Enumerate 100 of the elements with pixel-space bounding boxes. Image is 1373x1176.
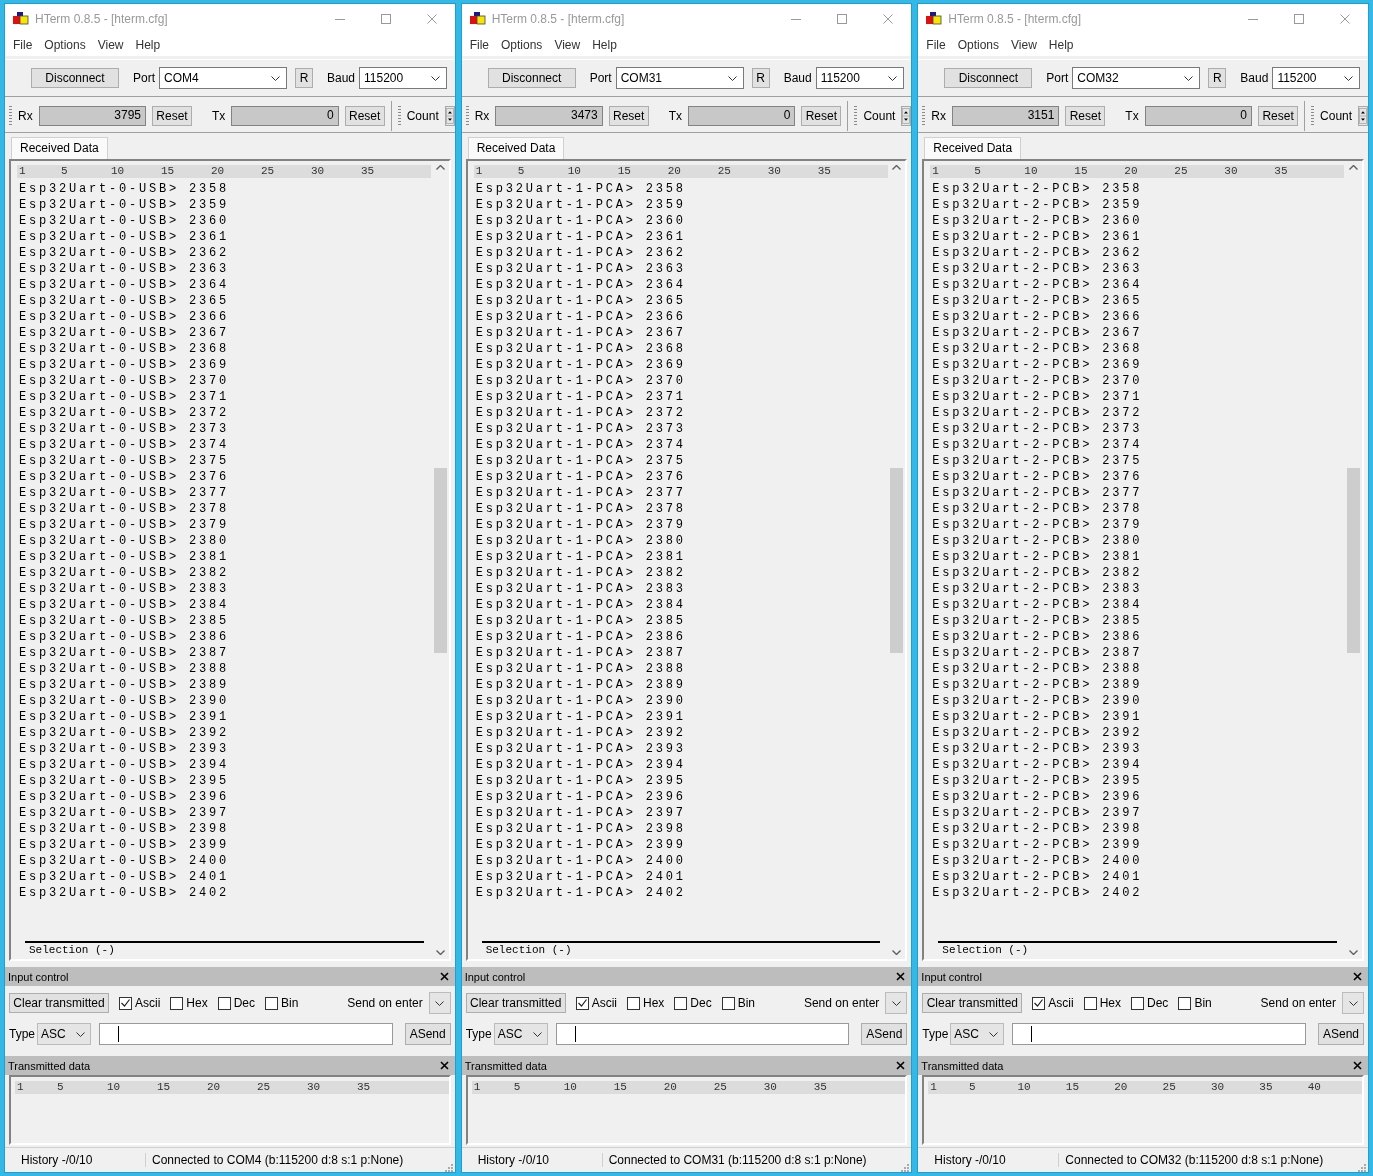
scroll-up-icon[interactable] bbox=[435, 165, 445, 170]
scrollbar-thumb[interactable] bbox=[890, 467, 904, 653]
checkbox[interactable] bbox=[575, 996, 589, 1010]
maximize-icon[interactable] bbox=[837, 14, 848, 24]
port-dropdown[interactable]: COM32 bbox=[1072, 67, 1201, 89]
spinner-icon[interactable] bbox=[1358, 106, 1369, 126]
menu-item[interactable]: Options bbox=[495, 38, 549, 52]
close-icon[interactable] bbox=[1353, 1061, 1362, 1070]
toolbar-grip[interactable] bbox=[9, 106, 12, 126]
clear-transmitted-button[interactable]: Clear transmitted bbox=[465, 993, 566, 1013]
reset-button[interactable]: Reset bbox=[608, 106, 649, 126]
resize-grip-icon[interactable] bbox=[901, 1164, 910, 1172]
received-line: Esp32Uart-0-USB> 2382 bbox=[19, 565, 231, 581]
checkbox[interactable] bbox=[674, 996, 688, 1010]
port-dropdown[interactable]: COM31 bbox=[615, 67, 744, 89]
tab[interactable]: Received Data bbox=[467, 137, 565, 159]
checkbox[interactable] bbox=[265, 996, 279, 1010]
toolbar-grip[interactable] bbox=[922, 106, 926, 126]
menu-item[interactable]: View bbox=[548, 38, 587, 52]
resize-grip-icon[interactable] bbox=[1358, 1164, 1366, 1172]
input-field[interactable] bbox=[1012, 1023, 1306, 1045]
menu-item[interactable]: File bbox=[920, 38, 952, 52]
reset-button[interactable]: Reset bbox=[1258, 106, 1299, 126]
received-line: Esp32Uart-2-PCB> 2394 bbox=[932, 757, 1144, 773]
checkbox[interactable] bbox=[1032, 996, 1046, 1010]
checkbox[interactable] bbox=[217, 996, 231, 1010]
scroll-down-icon[interactable] bbox=[435, 950, 445, 955]
tx-label: Tx bbox=[668, 109, 683, 123]
menu-item[interactable]: Help bbox=[1042, 38, 1080, 52]
checkbox[interactable] bbox=[627, 996, 640, 1010]
checkbox[interactable] bbox=[170, 996, 184, 1010]
reset-button[interactable]: Reset bbox=[801, 106, 842, 126]
scrollbar-thumb[interactable] bbox=[433, 467, 447, 653]
received-line: Esp32Uart-0-USB> 2378 bbox=[19, 501, 231, 517]
menu-item[interactable]: Options bbox=[38, 38, 92, 52]
menu-item[interactable]: Help bbox=[586, 38, 623, 52]
toolbar-grip[interactable] bbox=[854, 106, 858, 126]
baud-dropdown[interactable]: 115200 bbox=[1272, 67, 1361, 89]
menu-item[interactable]: File bbox=[7, 38, 39, 52]
menu-item[interactable]: Options bbox=[951, 38, 1006, 52]
received-line: Esp32Uart-2-PCB> 2386 bbox=[932, 629, 1144, 645]
toolbar-grip[interactable] bbox=[397, 106, 401, 126]
input-field[interactable] bbox=[99, 1023, 393, 1045]
menu-item[interactable]: View bbox=[91, 38, 130, 52]
asend-button[interactable]: ASend bbox=[404, 1023, 451, 1045]
send-on-enter-dropdown[interactable] bbox=[1342, 992, 1364, 1014]
spinner-icon[interactable] bbox=[901, 106, 912, 126]
minimize-icon[interactable] bbox=[791, 18, 802, 20]
tab[interactable]: Received Data bbox=[924, 137, 1022, 159]
tab[interactable]: Received Data bbox=[11, 137, 108, 159]
reset-button[interactable]: Reset bbox=[1065, 106, 1106, 126]
menu-item[interactable]: File bbox=[463, 38, 495, 52]
send-on-enter-dropdown[interactable] bbox=[428, 992, 451, 1014]
close-icon[interactable] bbox=[896, 972, 906, 981]
reset-button[interactable]: Reset bbox=[152, 106, 192, 126]
clear-transmitted-button[interactable]: Clear transmitted bbox=[9, 993, 109, 1013]
scroll-up-icon[interactable] bbox=[1349, 165, 1358, 170]
checkbox[interactable] bbox=[721, 996, 735, 1010]
scrollbar-thumb[interactable] bbox=[1347, 467, 1360, 653]
spinner-icon[interactable] bbox=[444, 106, 455, 126]
type-dropdown[interactable]: ASC bbox=[493, 1023, 548, 1045]
scroll-down-icon[interactable] bbox=[892, 950, 902, 955]
scroll-up-icon[interactable] bbox=[892, 165, 902, 170]
disconnect-button[interactable]: Disconnect bbox=[31, 68, 119, 88]
asend-button[interactable]: ASend bbox=[1318, 1023, 1364, 1045]
minimize-icon[interactable] bbox=[1248, 18, 1258, 20]
type-label: Type bbox=[922, 1027, 949, 1041]
toolbar-grip[interactable] bbox=[465, 106, 469, 126]
baud-dropdown[interactable]: 115200 bbox=[815, 67, 904, 89]
toolbar-grip[interactable] bbox=[1311, 106, 1315, 126]
input-field[interactable] bbox=[555, 1023, 850, 1045]
refresh-button[interactable]: R bbox=[1208, 68, 1227, 88]
checkbox[interactable] bbox=[1083, 996, 1097, 1010]
checkbox[interactable] bbox=[1178, 996, 1192, 1010]
menu-item[interactable]: Help bbox=[129, 38, 167, 52]
send-on-enter-dropdown[interactable] bbox=[885, 992, 908, 1014]
asend-button[interactable]: ASend bbox=[861, 1023, 908, 1045]
close-icon[interactable] bbox=[896, 1061, 906, 1070]
close-icon[interactable] bbox=[439, 1061, 449, 1070]
checkbox[interactable] bbox=[1131, 996, 1145, 1010]
port-dropdown[interactable]: COM4 bbox=[159, 67, 287, 89]
baud-dropdown[interactable]: 115200 bbox=[359, 67, 448, 89]
ruler-tick: 25 bbox=[717, 165, 732, 178]
disconnect-button[interactable]: Disconnect bbox=[944, 68, 1033, 88]
resize-grip-icon[interactable] bbox=[444, 1164, 453, 1172]
type-dropdown[interactable]: ASC bbox=[950, 1023, 1005, 1045]
menu-item[interactable]: View bbox=[1005, 38, 1043, 52]
scroll-down-icon[interactable] bbox=[1349, 950, 1358, 955]
close-icon[interactable] bbox=[1353, 972, 1362, 981]
maximize-icon[interactable] bbox=[380, 14, 391, 24]
close-icon[interactable] bbox=[439, 972, 449, 981]
clear-transmitted-button[interactable]: Clear transmitted bbox=[922, 993, 1023, 1013]
reset-button[interactable]: Reset bbox=[344, 106, 385, 126]
disconnect-button[interactable]: Disconnect bbox=[487, 68, 576, 88]
refresh-button[interactable]: R bbox=[751, 68, 770, 88]
refresh-button[interactable]: R bbox=[295, 68, 313, 88]
maximize-icon[interactable] bbox=[1294, 14, 1304, 24]
checkbox[interactable] bbox=[119, 996, 132, 1010]
minimize-icon[interactable] bbox=[334, 18, 345, 20]
type-dropdown[interactable]: ASC bbox=[37, 1023, 91, 1045]
